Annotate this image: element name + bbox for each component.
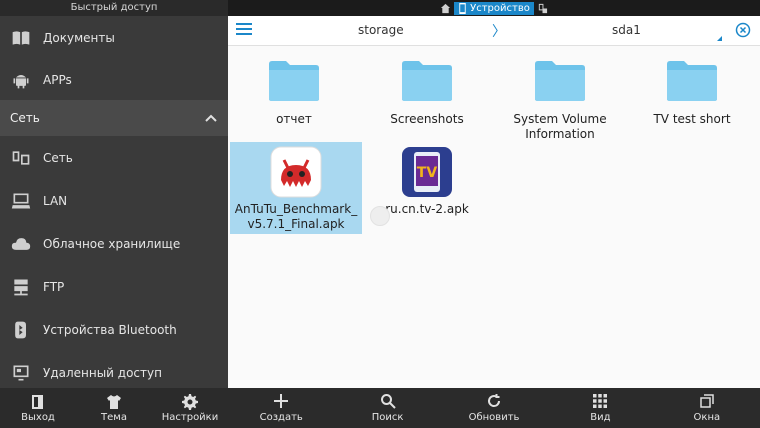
path-bar: storage 〉 sda1 bbox=[228, 16, 760, 46]
svg-text:TV: TV bbox=[417, 165, 438, 181]
windows-button[interactable]: Окна bbox=[654, 388, 760, 428]
file-item[interactable]: отчет bbox=[228, 52, 360, 146]
sidebar-item-label: Устройства Bluetooth bbox=[43, 322, 177, 337]
sidebar-item-ftp[interactable]: FTP bbox=[0, 265, 228, 308]
exit-button[interactable]: Выход bbox=[0, 388, 76, 428]
sidebar-title: Быстрый доступ bbox=[0, 0, 228, 16]
ftp-server-icon bbox=[10, 276, 32, 298]
sidebar-item-apps[interactable]: APPs bbox=[0, 58, 228, 101]
sidebar-item-label: FTP bbox=[43, 279, 65, 294]
file-name: отчет bbox=[276, 112, 312, 126]
bottom-toolbar: Создать Поиск Обновить Вид Окна bbox=[228, 388, 760, 428]
refresh-icon bbox=[488, 394, 501, 407]
bluetooth-icon bbox=[10, 319, 32, 341]
file-name: AnTuTu_Benchmark_v5.7.1_Final.apk bbox=[234, 202, 358, 231]
network-devices-icon bbox=[10, 147, 32, 169]
file-item[interactable]: System Volume Information bbox=[494, 52, 626, 146]
plus-icon bbox=[274, 394, 289, 408]
quick-access-sidebar: Быстрый доступ Документы APPs Сеть Сеть … bbox=[0, 0, 228, 428]
sidebar-item-label: LAN bbox=[43, 193, 68, 208]
sidebar-item-network[interactable]: Сеть bbox=[0, 136, 228, 179]
sidebar-item-cloud[interactable]: Облачное хранилище bbox=[0, 222, 228, 265]
exit-icon bbox=[32, 394, 43, 409]
book-icon bbox=[10, 27, 32, 49]
create-button[interactable]: Создать bbox=[228, 388, 334, 428]
sidebar-item-label: Удаленный доступ bbox=[43, 365, 162, 380]
view-button[interactable]: Вид bbox=[547, 388, 653, 428]
antutu-app-icon bbox=[270, 146, 322, 198]
breadcrumb-separator: 〉 bbox=[492, 24, 506, 40]
sidebar-bottom-bar: Выход Тема Настройки bbox=[0, 388, 228, 428]
folder-icon bbox=[666, 54, 718, 106]
file-grid: отчет Screenshots System Volume Informat… bbox=[228, 46, 760, 388]
refresh-label: Обновить bbox=[468, 412, 520, 423]
android-icon bbox=[10, 69, 32, 91]
windows-icon bbox=[700, 394, 714, 408]
dropdown-triangle-icon[interactable] bbox=[717, 36, 722, 41]
refresh-button[interactable]: Обновить bbox=[441, 388, 547, 428]
close-icon[interactable] bbox=[735, 22, 751, 38]
tv-app-icon: TV bbox=[401, 146, 453, 198]
file-item[interactable]: Screenshots bbox=[361, 52, 493, 146]
search-label: Поиск bbox=[371, 412, 404, 423]
cloud-icon bbox=[10, 233, 32, 255]
remote-access-icon bbox=[10, 362, 32, 384]
location-switcher-bar: Устройство bbox=[228, 0, 760, 16]
exit-label: Выход bbox=[21, 411, 55, 423]
theme-label: Тема bbox=[101, 411, 127, 423]
settings-button[interactable]: Настройки bbox=[152, 388, 228, 428]
sidebar-item-label: Облачное хранилище bbox=[43, 236, 181, 251]
gear-icon bbox=[182, 393, 198, 410]
file-name: Screenshots bbox=[390, 112, 464, 126]
view-label: Вид bbox=[590, 412, 611, 423]
sidebar-item-label: Сеть bbox=[43, 150, 73, 165]
home-icon[interactable] bbox=[439, 2, 451, 14]
folder-icon bbox=[268, 54, 320, 106]
sidebar-item-lan[interactable]: LAN bbox=[0, 179, 228, 222]
settings-label: Настройки bbox=[161, 411, 219, 423]
device-tab[interactable]: Устройство bbox=[454, 1, 534, 15]
folder-icon bbox=[534, 54, 586, 106]
sidebar-item-label: Документы bbox=[43, 30, 115, 45]
search-icon bbox=[380, 394, 396, 409]
sidebar-item-bluetooth[interactable]: Устройства Bluetooth bbox=[0, 308, 228, 351]
breadcrumb-sda1[interactable]: sda1 bbox=[612, 23, 641, 37]
create-label: Создать bbox=[259, 412, 303, 423]
phone-icon bbox=[459, 2, 466, 14]
breadcrumb-storage[interactable]: storage bbox=[358, 23, 404, 37]
section-label: Сеть bbox=[10, 111, 40, 125]
computer-icon bbox=[10, 190, 32, 212]
chevron-up-icon bbox=[205, 114, 217, 122]
file-item[interactable]: TV test short bbox=[626, 52, 758, 146]
device-label: Устройство bbox=[470, 2, 530, 14]
tshirt-icon bbox=[107, 394, 121, 409]
search-button[interactable]: Поиск bbox=[334, 388, 440, 428]
loading-indicator bbox=[370, 206, 390, 226]
file-item-selected[interactable]: AnTuTu_Benchmark_v5.7.1_Final.apk bbox=[230, 142, 362, 234]
file-name: System Volume Information bbox=[513, 112, 607, 141]
windows-label: Окна bbox=[693, 412, 721, 423]
theme-button[interactable]: Тема bbox=[76, 388, 152, 428]
sidebar-item-label: APPs bbox=[43, 72, 72, 87]
device-window-icon[interactable] bbox=[537, 2, 549, 14]
sidebar-section-network[interactable]: Сеть bbox=[0, 100, 228, 136]
sidebar-item-documents[interactable]: Документы bbox=[0, 16, 228, 59]
menu-icon[interactable] bbox=[236, 23, 252, 37]
file-name: TV test short bbox=[653, 112, 731, 126]
grid-view-icon bbox=[593, 394, 608, 408]
folder-icon bbox=[401, 54, 453, 106]
